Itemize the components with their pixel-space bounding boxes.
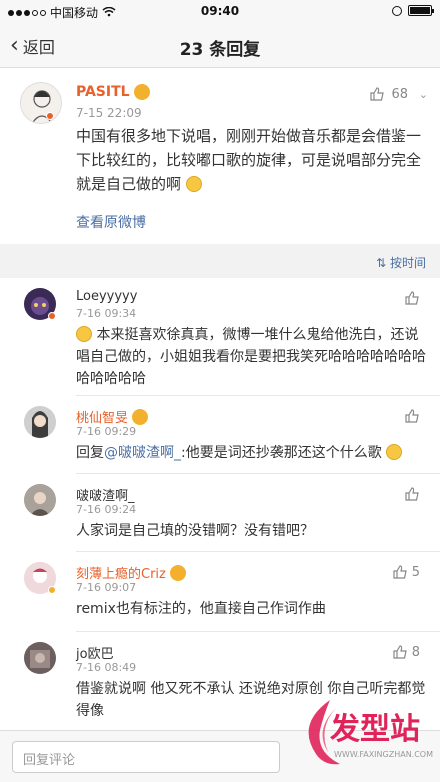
view-original-link[interactable]: 查看原微博	[76, 212, 146, 232]
comment-text: remix也有标注的，他直接自己作词作曲	[76, 601, 326, 617]
comment-time: 7-16 08:49	[76, 661, 137, 674]
original-post: PASITL 7-15 22:09 68 ⌄ 中国有很多地下说唱，刚刚开始做音乐…	[0, 68, 440, 244]
member-crown-icon	[132, 408, 149, 425]
sweat-emoji-icon	[386, 444, 403, 460]
post-content-text: 中国有很多地下说唱，刚刚开始做音乐都是会借鉴一下比较红的，比较嘟口歌的旋律，可是…	[76, 127, 422, 193]
comment-text: 本来挺喜欢徐真真，微博一堆什么鬼给他洗白，还说唱自己做的，小姐姐我看你是要把我笑…	[76, 324, 426, 390]
thumbs-up-icon	[405, 487, 419, 501]
thumbs-up-icon	[405, 409, 419, 423]
comment-author[interactable]: Loeyyyyy	[76, 289, 137, 304]
smile-emoji-icon	[76, 326, 92, 342]
comment-item[interactable]: Loeyyyyy 7-16 09:34 本来挺喜欢徐真真，微博一堆什么鬼给他洗白…	[0, 278, 440, 396]
verified-badge-icon	[46, 112, 54, 120]
comment-like-count: 8	[411, 644, 420, 660]
comment-time: 7-16 09:34	[76, 307, 137, 320]
comment-list: Loeyyyyy 7-16 09:34 本来挺喜欢徐真真，微博一堆什么鬼给他洗白…	[0, 278, 440, 730]
verified-badge-icon	[48, 312, 56, 320]
watermark-url: WWW.FAXINGZHAN.COM	[334, 750, 433, 759]
comment-like-button[interactable]: 5	[392, 564, 420, 580]
sort-row: ⇅ 按时间	[0, 252, 440, 274]
status-bar: 中国移动 09:40	[0, 0, 440, 22]
post-content: 中国有很多地下说唱，刚刚开始做音乐都是会借鉴一下比较红的，比较嘟口歌的旋律，可是…	[76, 124, 422, 196]
member-crown-icon	[169, 564, 186, 581]
mention-link[interactable]: @啵啵渣啊_	[104, 445, 181, 461]
comment-item[interactable]: 啵啵渣啊_ 7-16 09:24 人家词是自己填的没错啊？没有错吧？	[0, 474, 440, 552]
verified-badge-icon	[48, 586, 56, 594]
comment-time: 7-16 09:29	[76, 425, 137, 438]
watermark-brand: 发型站	[330, 712, 420, 747]
comment-author-label: 桃仙智旻	[76, 411, 129, 426]
comment-avatar[interactable]	[24, 406, 56, 438]
comment-time: 7-16 09:24	[76, 503, 137, 516]
comment-text: 回复@啵啵渣啊_:他要是词还抄袭那还这个什么歌	[76, 442, 426, 464]
comment-time: 7-16 09:07	[76, 581, 137, 594]
site-watermark: 发型站 WWW.FAXINGZHAN.COM	[290, 690, 438, 780]
comment-text-content: 本来挺喜欢徐真真，微博一堆什么鬼给他洗白，还说唱自己做的，小姐姐我看你是要把我笑…	[76, 327, 426, 387]
sort-label: 按时间	[389, 256, 426, 270]
comment-author[interactable]: 刻薄上瘾的Criz	[76, 563, 186, 582]
post-author-label: PASITL	[76, 84, 130, 100]
comment-author[interactable]: jo欧巴	[76, 643, 114, 662]
nav-bar: ‹ 返回 23 条回复	[0, 22, 440, 68]
smile-emoji-icon	[185, 176, 202, 192]
comment-avatar[interactable]	[24, 642, 56, 674]
comment-like-button[interactable]: 8	[392, 644, 420, 660]
post-author-name[interactable]: PASITL	[76, 84, 150, 100]
comment-like-count: 5	[411, 564, 420, 580]
thumbs-up-icon	[405, 291, 419, 305]
rotation-lock-icon	[392, 5, 402, 16]
post-time: 7-15 22:09	[76, 106, 142, 120]
comment-author[interactable]: 啵啵渣啊_	[76, 485, 135, 504]
reply-prefix: 回复	[76, 445, 104, 461]
comment-author[interactable]: 桃仙智旻	[76, 407, 149, 426]
post-author-avatar[interactable]	[20, 82, 62, 124]
comment-like-button[interactable]	[404, 290, 420, 306]
comment-like-button[interactable]	[404, 486, 420, 502]
post-like-button[interactable]: 68	[369, 86, 408, 102]
thumbs-up-icon	[370, 87, 385, 101]
thumbs-up-icon	[393, 565, 407, 579]
battery-icon	[408, 5, 434, 16]
page-title: 23 条回复	[179, 40, 261, 60]
status-time: 09:40	[200, 4, 240, 18]
comment-avatar[interactable]	[24, 484, 56, 516]
comment-like-button[interactable]	[404, 408, 420, 424]
comment-text-content: :他要是词还抄袭那还这个什么歌	[181, 445, 382, 461]
post-like-count: 68	[391, 86, 408, 102]
comment-text: 人家词是自己填的没错啊？没有错吧？	[76, 523, 314, 539]
sort-icon: ⇅	[376, 256, 387, 270]
post-menu-chevron-icon[interactable]: ⌄	[419, 88, 428, 101]
member-crown-icon	[133, 84, 150, 100]
thumbs-up-icon	[393, 645, 407, 659]
sort-by-time-button[interactable]: ⇅ 按时间	[376, 254, 426, 271]
reply-comment-input[interactable]: 回复评论	[12, 741, 280, 773]
comment-item[interactable]: 桃仙智旻 7-16 09:29 回复@啵啵渣啊_:他要是词还抄袭那还这个什么歌	[0, 396, 440, 474]
comment-item[interactable]: 刻薄上瘾的Criz 7-16 09:07 5 remix也有标注的，他直接自己作…	[0, 552, 440, 632]
comment-author-label: 刻薄上瘾的Criz	[76, 567, 166, 582]
